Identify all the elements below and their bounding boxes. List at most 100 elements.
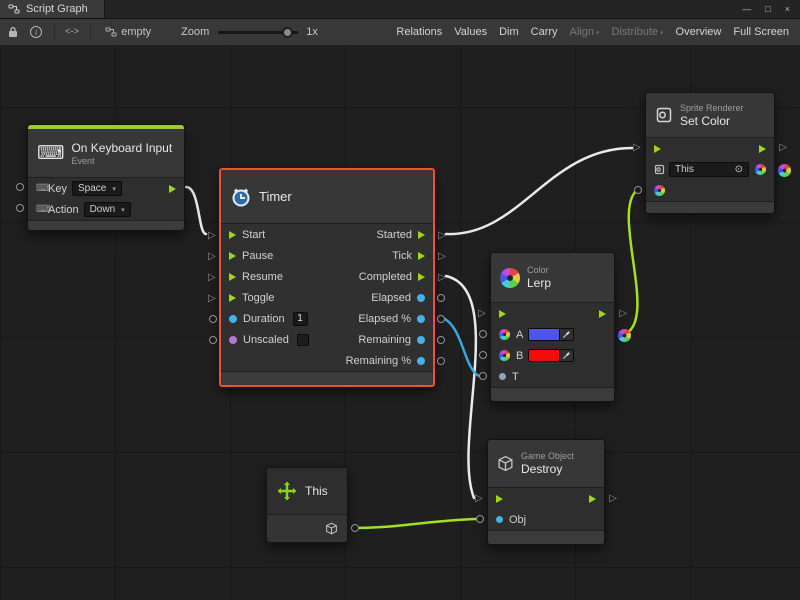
- flow-in-port[interactable]: [229, 231, 236, 239]
- lerp-result-port[interactable]: [618, 329, 631, 342]
- pause-port[interactable]: ▷: [208, 252, 216, 262]
- flow-out-port[interactable]: [589, 495, 596, 503]
- node-color-lerp[interactable]: Color Lerp A B: [490, 252, 615, 402]
- setcolor-flow-out-port[interactable]: ▷: [779, 143, 787, 153]
- flow-in-port[interactable]: [654, 145, 661, 153]
- distribute-button[interactable]: Distribute▾: [606, 26, 670, 38]
- overview-button[interactable]: Overview: [670, 26, 728, 38]
- graph-reference-label[interactable]: empty: [121, 26, 151, 38]
- key-dropdown[interactable]: Space ▾: [72, 181, 122, 196]
- info-icon[interactable]: [30, 26, 42, 38]
- align-button[interactable]: Align▾: [564, 26, 606, 38]
- graph-canvas[interactable]: ⌨ On Keyboard Input Event ⌨ Key Space ▾ …: [0, 47, 800, 600]
- color-a-field[interactable]: [528, 328, 574, 341]
- flow-in-port[interactable]: [229, 252, 236, 260]
- value-in-port[interactable]: [229, 315, 237, 323]
- toolbar-separator: [54, 24, 55, 40]
- t-port[interactable]: [479, 372, 487, 380]
- t-in-port[interactable]: [499, 373, 506, 380]
- tick-port[interactable]: ▷: [438, 252, 446, 262]
- carry-button[interactable]: Carry: [525, 26, 564, 38]
- full-screen-button[interactable]: Full Screen: [727, 26, 795, 38]
- obj-port[interactable]: [476, 515, 484, 523]
- flow-out-port[interactable]: [418, 273, 425, 281]
- elapsed-pct-port[interactable]: [437, 315, 445, 323]
- node-on-keyboard-input[interactable]: ⌨ On Keyboard Input Event ⌨ Key Space ▾ …: [27, 124, 185, 231]
- color-b-field[interactable]: [528, 349, 574, 362]
- resume-port[interactable]: ▷: [208, 273, 216, 283]
- flow-out-port[interactable]: [418, 231, 425, 239]
- color-in-port[interactable]: [654, 185, 665, 196]
- node-timer-selected[interactable]: Timer Start Started Pause Tick Resume Co…: [219, 168, 435, 387]
- flow-out-port[interactable]: [599, 310, 606, 318]
- target-object-field[interactable]: This ⊙: [669, 162, 749, 177]
- flow-in-port[interactable]: [229, 294, 236, 302]
- relations-button[interactable]: Relations: [390, 26, 448, 38]
- color-out-icon[interactable]: [755, 164, 766, 175]
- value-out-port[interactable]: [417, 357, 425, 365]
- completed-port[interactable]: ▷: [438, 273, 446, 283]
- game-object-cube-icon[interactable]: [325, 522, 338, 535]
- b-port[interactable]: [479, 351, 487, 359]
- code-view-icon[interactable]: <->: [65, 27, 78, 37]
- unscaled-checkbox[interactable]: [297, 334, 309, 346]
- elapsed-port[interactable]: [437, 294, 445, 302]
- remaining-port[interactable]: [437, 336, 445, 344]
- a-port[interactable]: [479, 330, 487, 338]
- unscaled-port[interactable]: [209, 336, 217, 344]
- zoom-slider[interactable]: [218, 31, 298, 34]
- started-port[interactable]: ▷: [438, 231, 446, 241]
- value-out-port[interactable]: [417, 336, 425, 344]
- tab-script-graph[interactable]: Script Graph: [0, 0, 105, 18]
- node-destroy[interactable]: Game Object Destroy Obj ▷ ▷: [487, 439, 605, 545]
- this-out-port[interactable]: [351, 524, 359, 532]
- maximize-button[interactable]: □: [765, 4, 770, 14]
- action-dropdown[interactable]: Down ▾: [84, 202, 131, 217]
- bool-in-port[interactable]: [229, 336, 237, 344]
- start-port[interactable]: ▷: [208, 231, 216, 241]
- setcolor-result-port[interactable]: [778, 164, 791, 177]
- flow-in-port[interactable]: [229, 273, 236, 281]
- eyedropper-icon[interactable]: [559, 350, 573, 361]
- wire-keyboard-to-timer-start[interactable]: [186, 187, 206, 234]
- node-set-color[interactable]: Sprite Renderer Set Color This ⊙: [645, 92, 775, 214]
- toggle-port[interactable]: ▷: [208, 294, 216, 304]
- resume-label: Resume: [242, 271, 283, 283]
- lerp-flow-in-port[interactable]: ▷: [478, 309, 486, 319]
- close-button[interactable]: ×: [785, 4, 790, 14]
- zoom-slider-handle[interactable]: [282, 27, 293, 38]
- value-out-port[interactable]: [417, 294, 425, 302]
- duration-input[interactable]: 1: [293, 312, 308, 326]
- obj-in-port[interactable]: [496, 516, 503, 523]
- eyedropper-icon[interactable]: [559, 329, 573, 340]
- wire-this-to-destroy-obj[interactable]: [354, 519, 477, 528]
- flow-in-port[interactable]: [499, 310, 506, 318]
- key-row: ⌨ Key Space ▾: [28, 178, 184, 199]
- dim-button[interactable]: Dim: [493, 26, 525, 38]
- color-a-swatch[interactable]: [529, 329, 559, 340]
- wire-timer-started-to-set-color[interactable]: [446, 148, 632, 234]
- key-input-port[interactable]: [16, 183, 24, 191]
- trigger-out-port[interactable]: [169, 185, 176, 193]
- flow-in-port[interactable]: [496, 495, 503, 503]
- minimize-button[interactable]: —: [742, 4, 751, 14]
- duration-port[interactable]: [209, 315, 217, 323]
- action-input-port[interactable]: [16, 204, 24, 212]
- destroy-flow-in-port[interactable]: ▷: [475, 494, 483, 504]
- lerp-flow-out-port[interactable]: ▷: [619, 309, 627, 319]
- remaining-pct-port[interactable]: [437, 357, 445, 365]
- lock-icon[interactable]: [8, 26, 18, 38]
- wire-timer-completed-to-destroy[interactable]: [446, 276, 476, 498]
- values-button[interactable]: Values: [448, 26, 493, 38]
- node-this[interactable]: This: [266, 467, 348, 543]
- flow-out-port[interactable]: [418, 252, 425, 260]
- destroy-flow-out-port[interactable]: ▷: [609, 494, 617, 504]
- object-picker-icon[interactable]: ⊙: [735, 164, 743, 175]
- color-b-swatch[interactable]: [529, 350, 559, 361]
- color-value-port[interactable]: [634, 186, 642, 194]
- flow-out-port[interactable]: [759, 145, 766, 153]
- setcolor-flow-in-port[interactable]: ▷: [633, 143, 641, 153]
- value-out-port[interactable]: [417, 315, 425, 323]
- wire-elapsed-pct-to-lerp-t[interactable]: [443, 318, 479, 376]
- lerp-t-row: T: [491, 366, 614, 387]
